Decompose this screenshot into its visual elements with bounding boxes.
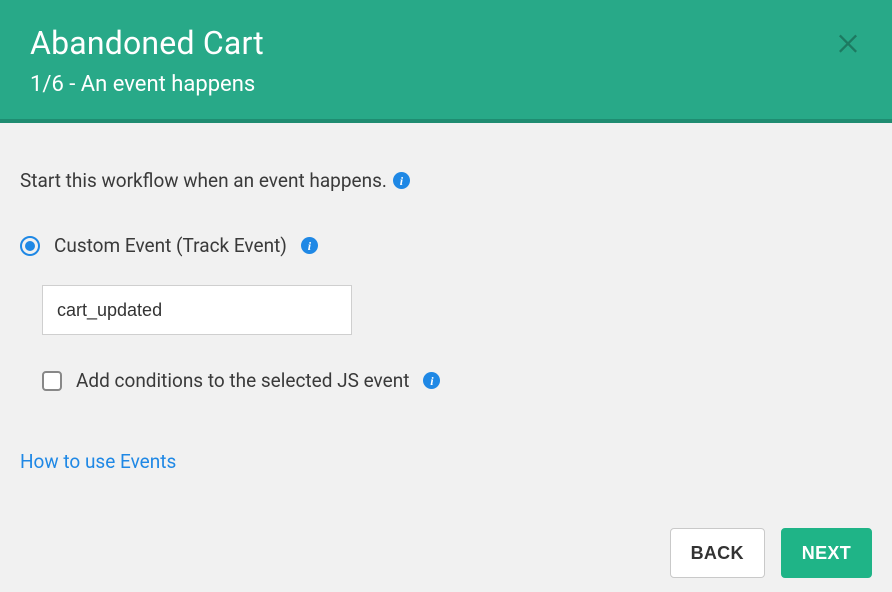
how-to-use-events-link[interactable]: How to use Events [20, 450, 176, 473]
intro-text: Start this workflow when an event happen… [20, 169, 387, 192]
intro-row: Start this workflow when an event happen… [20, 169, 872, 192]
info-icon[interactable]: i [393, 172, 410, 189]
modal-header: Abandoned Cart 1/6 - An event happens [0, 0, 892, 123]
close-icon[interactable] [834, 28, 862, 56]
back-button[interactable]: BACK [670, 528, 765, 578]
custom-event-label: Custom Event (Track Event) [54, 234, 287, 257]
add-conditions-label: Add conditions to the selected JS event [76, 369, 409, 392]
workflow-step-modal: Abandoned Cart 1/6 - An event happens St… [0, 0, 892, 592]
add-conditions-checkbox[interactable] [42, 371, 62, 391]
info-icon[interactable]: i [301, 237, 318, 254]
next-button[interactable]: NEXT [781, 528, 872, 578]
modal-title: Abandoned Cart [30, 24, 862, 62]
modal-subtitle: 1/6 - An event happens [30, 72, 862, 97]
info-icon[interactable]: i [423, 372, 440, 389]
custom-event-option: Custom Event (Track Event) i [20, 234, 872, 257]
conditions-row: Add conditions to the selected JS event … [42, 369, 872, 392]
modal-footer: BACK NEXT [670, 528, 872, 578]
event-name-input[interactable] [42, 285, 352, 335]
custom-event-radio[interactable] [20, 236, 40, 256]
modal-body: Start this workflow when an event happen… [0, 123, 892, 592]
